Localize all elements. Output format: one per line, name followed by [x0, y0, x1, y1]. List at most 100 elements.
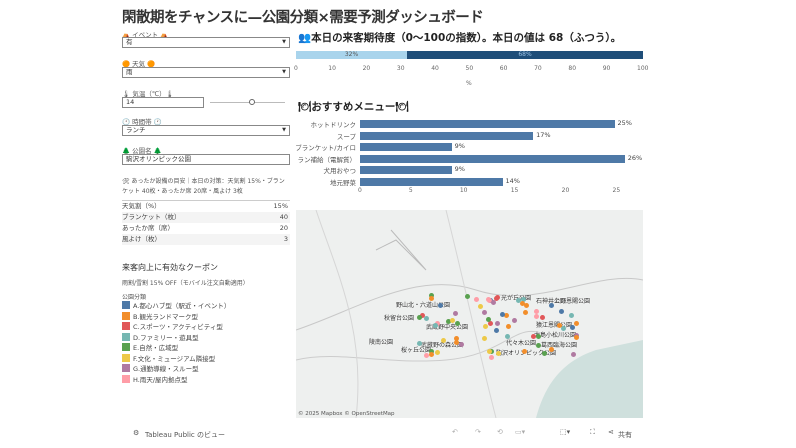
- legend-title: 公園分類: [122, 294, 147, 301]
- tableau-icon: ⚙: [133, 429, 140, 437]
- time-dropdown[interactable]: ランチ ▼: [122, 125, 290, 136]
- weather-value: 雨: [126, 68, 133, 76]
- x-tick: 10: [328, 65, 336, 72]
- x-tick: 60: [499, 65, 508, 72]
- map-park-label[interactable]: 陵南公園: [369, 337, 393, 346]
- menu-bar[interactable]: [360, 166, 452, 174]
- park-marker[interactable]: [535, 333, 541, 339]
- download-icon[interactable]: ⬚▾: [560, 428, 570, 436]
- menu-bar[interactable]: [360, 131, 534, 140]
- coupon-heading: 来客向上に有効なクーポン: [122, 263, 218, 272]
- park-marker[interactable]: [515, 297, 521, 303]
- x-tick: 40: [431, 65, 439, 72]
- park-marker[interactable]: [437, 302, 443, 308]
- event-dropdown[interactable]: 有 ▼: [122, 37, 290, 48]
- weather-dropdown[interactable]: 雨 ▼: [122, 67, 290, 78]
- x-tick: 20: [362, 65, 371, 72]
- legend-item[interactable]: H.雨天/屋内拠点型: [122, 374, 188, 385]
- map-park-label[interactable]: 猿江恩賜公園: [536, 320, 572, 329]
- legend-item[interactable]: D.ファミリー・遊具型: [122, 332, 199, 343]
- chevron-down-icon: ▼: [282, 39, 286, 45]
- menu-category: 地元野菜: [330, 178, 356, 187]
- temp-value: 14: [126, 98, 135, 106]
- park-marker[interactable]: [473, 297, 479, 302]
- park-marker[interactable]: [455, 320, 461, 326]
- menu-bar-label: 9%: [454, 165, 465, 173]
- warm-row: ブランケット（枚） 40: [122, 212, 290, 223]
- park-marker[interactable]: [548, 346, 554, 352]
- temp-slider-track[interactable]: [210, 102, 285, 103]
- legend-swatch: [122, 332, 130, 341]
- map-park-label[interactable]: 葛西臨海公園: [541, 340, 577, 349]
- park-marker[interactable]: [495, 350, 501, 356]
- menu-bar-label: 17%: [536, 130, 551, 139]
- legend-item[interactable]: E.自然・広域型: [122, 343, 178, 353]
- share-button[interactable]: 共有: [618, 430, 632, 440]
- x-tick: 25: [612, 187, 621, 194]
- warm-row: 風よけ（枚） 3: [122, 234, 290, 245]
- menu-bar[interactable]: [360, 154, 625, 163]
- temp-input[interactable]: 14: [122, 97, 204, 108]
- park-marker[interactable]: [482, 324, 488, 330]
- legend-item[interactable]: C.スポーツ・アクティビティ型: [122, 322, 223, 332]
- expectation-bar-remaining: 32%: [296, 51, 408, 59]
- park-marker[interactable]: [536, 342, 542, 348]
- map-park-label[interactable]: 代々木公園: [506, 338, 536, 347]
- fullscreen-icon[interactable]: ⛶: [590, 428, 595, 437]
- legend-label: A.都心ハブ型（駅近・イベント）: [133, 302, 231, 310]
- menu-category: 犬用おやつ: [323, 167, 357, 175]
- chevron-down-icon: ▼: [282, 69, 286, 75]
- legend-label: E.自然・広域型: [133, 344, 179, 352]
- map-attribution: © 2025 Mapbox © OpenStreetMap: [298, 411, 395, 417]
- map-background: [296, 210, 643, 418]
- temp-slider-handle[interactable]: [249, 99, 255, 105]
- menu-category: ホットドリンク: [310, 121, 357, 129]
- map-park-label[interactable]: 上野恩賜公園: [554, 296, 590, 305]
- park-map[interactable]: 野山北・六道山公園秋留台公園光が丘公園石神井公園武蔵野中央公園武蔵野の森公園代々…: [296, 210, 643, 418]
- chevron-down-icon: ▼: [282, 127, 286, 133]
- map-park-label[interactable]: 秋留台公園: [384, 313, 414, 322]
- park-marker[interactable]: [505, 323, 511, 329]
- pause-icon[interactable]: ▭▾: [515, 428, 525, 436]
- legend-swatch: [122, 343, 130, 351]
- park-marker[interactable]: [428, 352, 434, 358]
- park-marker[interactable]: [495, 320, 501, 326]
- undo-icon[interactable]: ↶: [452, 428, 458, 436]
- revert-icon[interactable]: ⟲: [497, 428, 503, 436]
- park-marker[interactable]: [521, 348, 527, 354]
- legend-label: B.観光ランドマーク型: [133, 312, 199, 321]
- menu-bar[interactable]: [360, 177, 503, 186]
- park-marker[interactable]: [568, 313, 574, 319]
- x-tick: 90: [602, 65, 611, 72]
- park-marker[interactable]: [548, 302, 554, 308]
- menu-bar[interactable]: [360, 120, 615, 128]
- park-marker[interactable]: [486, 316, 492, 322]
- footer-toolbar: ⚙ Tableau Public のビュー ↶ ↷ ⟲ ▭▾ ⬚▾ ⛶ ⋖ 共有: [0, 424, 796, 444]
- park-marker[interactable]: [464, 293, 470, 299]
- park-input[interactable]: 駒沢オリンピック公園: [122, 154, 290, 165]
- x-tick: 100: [637, 65, 649, 72]
- x-tick: 10: [459, 187, 468, 194]
- warm-note: 🛠 あったか設備の目安｜本日の対策：天気割 15%・ブランケット 40枚・あった…: [122, 178, 285, 195]
- park-marker[interactable]: [539, 314, 545, 320]
- x-tick: 0: [358, 187, 362, 194]
- tableau-public-link[interactable]: Tableau Public のビュー: [145, 430, 225, 440]
- legend-swatch: [122, 311, 130, 320]
- park-marker[interactable]: [440, 337, 446, 343]
- park-marker[interactable]: [530, 333, 536, 339]
- redo-icon[interactable]: ↷: [475, 428, 481, 436]
- legend-item[interactable]: A.都心ハブ型（駅近・イベント）: [122, 301, 230, 311]
- x-tick: 15: [510, 187, 519, 194]
- menu-bar-label: 25%: [617, 119, 632, 127]
- expectation-title: 👥本日の来客期待度（0〜100の指数）。本日の値は 68（ふつう）。: [298, 32, 622, 44]
- menu-title: 🍽おすすめメニュー🍽: [298, 101, 409, 113]
- share-icon[interactable]: ⋖: [608, 428, 614, 436]
- legend-label: D.ファミリー・遊具型: [133, 333, 199, 342]
- menu-bar-label: 14%: [505, 176, 520, 185]
- x-tick: 5: [408, 187, 413, 194]
- legend-item[interactable]: B.観光ランドマーク型: [122, 311, 199, 322]
- menu-category: ブランケット/カイロ: [295, 144, 356, 152]
- legend-item[interactable]: F.文化・ミュージアム隣接型: [122, 353, 215, 364]
- legend-item[interactable]: G.通勤導線・スルー型: [122, 364, 199, 374]
- menu-bar[interactable]: [360, 143, 452, 151]
